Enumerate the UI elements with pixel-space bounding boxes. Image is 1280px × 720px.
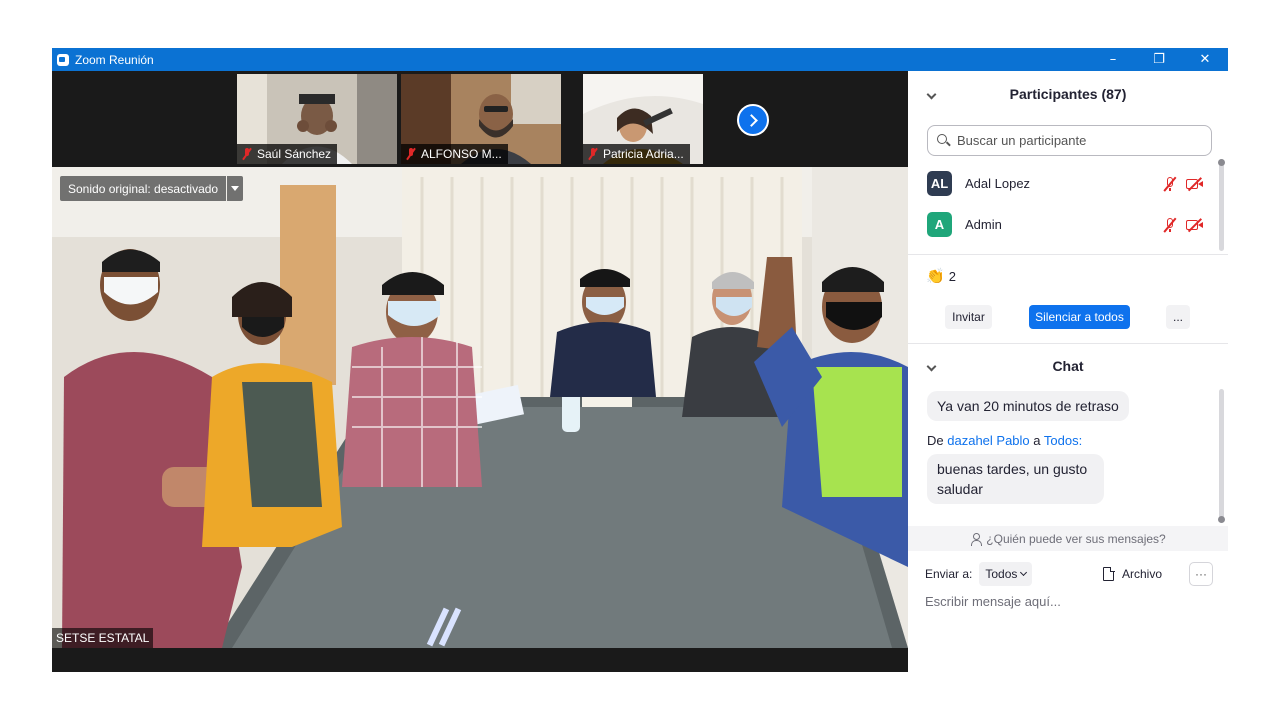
mic-muted-icon (1162, 217, 1178, 233)
participant-search[interactable] (927, 125, 1212, 156)
participant-status-icons (1162, 176, 1204, 192)
chat-message: Ya van 20 minutos de retraso (927, 391, 1129, 421)
recipient-select-value[interactable]: Todos (985, 567, 1017, 581)
send-to-row: Enviar a: Todos Archivo ··· (925, 561, 1215, 587)
sender-prefix: De (927, 433, 944, 448)
active-speaker-name: SETSE ESTATAL (52, 628, 154, 648)
dropdown-arrow-icon[interactable] (227, 176, 244, 201)
chat-message-input[interactable] (925, 591, 1210, 611)
mic-muted-icon (1162, 176, 1178, 192)
thumbnail-strip: Saúl Sánchez ALFONSO M... Patricia Adria… (237, 74, 703, 164)
participant-row[interactable]: A Admin (908, 204, 1218, 245)
participant-row[interactable]: AL Adal Lopez (908, 163, 1218, 204)
thumbnail-video[interactable]: ALFONSO M... (401, 74, 561, 164)
sender-name[interactable]: dazahel Pablo (947, 433, 1029, 448)
mute-all-button[interactable]: Silenciar a todos (1029, 305, 1130, 329)
window-controls: – ❐ ✕ (1090, 48, 1228, 71)
chat-more-button[interactable]: ··· (1189, 562, 1213, 586)
participant-name: Patricia Adria... (603, 147, 684, 161)
chat-message: buenas tardes, un gusto saludar (927, 454, 1104, 504)
participant-scrollbar[interactable] (1218, 159, 1225, 251)
recipient-prefix: a (1033, 433, 1041, 448)
original-sound-control[interactable]: Sonido original: desactivado (60, 176, 244, 201)
chevron-down-icon (1020, 568, 1028, 577)
avatar: A (927, 212, 952, 237)
zoom-logo-icon (57, 53, 69, 66)
thumbnail-name-tag: ALFONSO M... (401, 144, 508, 164)
close-button[interactable]: ✕ (1182, 48, 1228, 71)
participant-list: AL Adal Lopez A Admin (908, 163, 1218, 249)
participant-name: ALFONSO M... (421, 147, 502, 161)
thumbnail-name-tag: Patricia Adria... (583, 144, 690, 164)
participant-name: Adal Lopez (965, 176, 1031, 191)
file-button[interactable]: Archivo (1103, 561, 1162, 587)
search-input[interactable] (957, 133, 1197, 148)
participant-name: Saúl Sánchez (257, 147, 332, 161)
video-off-icon (1186, 176, 1204, 192)
chat-scrollbar[interactable] (1218, 389, 1225, 523)
reaction-count: 2 (948, 268, 956, 284)
send-to-label: Enviar a: (925, 567, 973, 581)
original-sound-label[interactable]: Sonido original: desactivado (60, 176, 227, 201)
who-can-see-messages[interactable]: ¿Quién puede ver sus mensajes? (908, 526, 1228, 551)
window-title: Zoom Reunión (75, 52, 154, 67)
next-page-arrow-icon[interactable] (737, 104, 769, 136)
recipient-select[interactable]: Todos (979, 562, 1033, 586)
participants-header: Participantes (87) (908, 71, 1228, 117)
who-can-see-label[interactable]: ¿Quién puede ver sus mensajes? (986, 532, 1165, 546)
restore-button[interactable]: ❐ (1136, 48, 1182, 71)
chevron-down-icon[interactable] (926, 361, 937, 371)
active-speaker-video: Sonido original: desactivado SETSE ESTAT… (52, 167, 908, 648)
avatar: AL (927, 171, 952, 196)
participant-name: Admin (965, 217, 1002, 232)
file-label[interactable]: Archivo (1122, 567, 1162, 581)
chat-header: Chat (908, 343, 1228, 389)
thumbnail-video[interactable]: Saúl Sánchez (237, 74, 397, 164)
file-icon (1103, 566, 1115, 581)
minimize-button[interactable]: – (1090, 48, 1136, 71)
more-options-button[interactable]: ... (1166, 305, 1190, 329)
video-off-icon (1186, 217, 1204, 233)
participant-row-partial[interactable] (908, 245, 1218, 249)
mic-muted-icon (405, 147, 417, 161)
mic-muted-icon (241, 147, 253, 161)
participant-actions: Invitar Silenciar a todos ... (908, 305, 1228, 329)
participants-title: Participantes (87) (1009, 86, 1127, 102)
thumbnail-name-tag: Saúl Sánchez (237, 144, 338, 164)
meeting-room-image (52, 167, 908, 648)
thumbnail-video[interactable]: Patricia Adria... (583, 74, 703, 164)
chat-sender-line: De dazahel Pablo a Todos: (927, 433, 1218, 448)
title-bar: Zoom Reunión – ❐ ✕ (52, 48, 1228, 71)
divider (908, 254, 1228, 255)
zoom-window: Zoom Reunión – ❐ ✕ Saúl Sánchez ALFONSO … (52, 48, 1228, 672)
side-panel: Participantes (87) AL Adal Lopez A Admin (908, 71, 1228, 672)
invite-button[interactable]: Invitar (945, 305, 992, 329)
chat-title: Chat (1052, 358, 1084, 374)
reaction-summary: 👏 2 (926, 267, 956, 285)
chat-messages: Ya van 20 minutos de retraso De dazahel … (908, 391, 1218, 529)
person-icon (970, 532, 983, 546)
clap-icon: 👏 (926, 268, 945, 285)
mic-muted-icon (587, 147, 599, 161)
video-area: Saúl Sánchez ALFONSO M... Patricia Adria… (52, 71, 908, 672)
chevron-down-icon[interactable] (926, 89, 937, 99)
search-icon (937, 133, 951, 148)
recipient-name[interactable]: Todos: (1044, 433, 1082, 448)
participant-status-icons (1162, 217, 1204, 233)
